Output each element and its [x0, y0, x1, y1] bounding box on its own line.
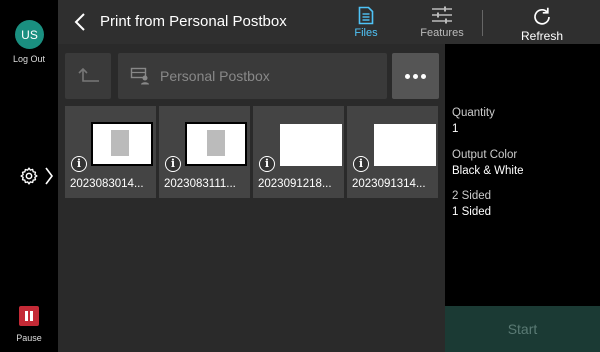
header-divider: [482, 10, 483, 36]
refresh-button[interactable]: Refresh: [516, 0, 568, 44]
chevron-right-icon[interactable]: [44, 166, 54, 186]
file-browser: Personal Postbox i 2023083014... i 20230…: [58, 44, 445, 352]
file-tile[interactable]: i 2023083014...: [65, 106, 156, 198]
pause-label: Pause: [16, 333, 42, 343]
settings-panel: Quantity 1 Output Color Black & White 2 …: [445, 44, 600, 352]
start-button[interactable]: Start: [445, 306, 600, 352]
location-text: Personal Postbox: [160, 68, 270, 84]
tab-files-label: Files: [354, 27, 378, 39]
pause-button[interactable]: [19, 306, 39, 326]
file-thumbnail: [374, 124, 436, 166]
thumbnail-content: [111, 130, 129, 156]
up-arrow-icon: [78, 67, 99, 82]
file-name: 2023083014...: [70, 178, 144, 190]
thumbnail-content: [207, 130, 225, 156]
more-options-button[interactable]: [392, 53, 439, 99]
two-sided-label: 2 Sided: [452, 190, 492, 202]
file-thumbnail: [185, 122, 247, 166]
file-thumbnail: [91, 122, 153, 166]
tab-files[interactable]: Files: [344, 0, 388, 44]
more-dot-icon: [421, 74, 426, 79]
file-name: 2023083111...: [164, 178, 236, 190]
file-tile[interactable]: i 2023083111...: [159, 106, 250, 198]
quantity-label: Quantity: [452, 107, 495, 119]
up-folder-button[interactable]: [65, 53, 111, 99]
location-bar: Personal Postbox: [118, 53, 387, 99]
page-title: Print from Personal Postbox: [100, 13, 287, 30]
more-dot-icon: [405, 74, 410, 79]
file-tile[interactable]: i 2023091218...: [253, 106, 344, 198]
user-avatar[interactable]: US: [15, 20, 44, 49]
back-arrow-icon[interactable]: [74, 12, 86, 32]
refresh-icon: [534, 7, 550, 25]
output-color-label: Output Color: [452, 149, 518, 161]
sliders-icon: [432, 6, 452, 24]
tab-features[interactable]: Features: [414, 0, 470, 44]
file-name: 2023091218...: [258, 178, 332, 190]
quantity-value: 1: [452, 123, 459, 135]
tab-features-label: Features: [420, 27, 464, 39]
document-icon: [358, 6, 374, 25]
info-icon[interactable]: i: [71, 156, 87, 172]
more-dot-icon: [413, 74, 418, 79]
info-icon[interactable]: i: [165, 156, 181, 172]
logout-button[interactable]: Log Out: [0, 54, 58, 64]
gear-icon[interactable]: [19, 166, 39, 186]
output-color-value: Black & White: [452, 165, 524, 177]
file-thumbnail: [280, 124, 342, 166]
user-initials: US: [21, 27, 38, 42]
refresh-label: Refresh: [520, 29, 564, 43]
info-icon[interactable]: i: [259, 156, 275, 172]
info-icon[interactable]: i: [353, 156, 369, 172]
header-bar: Print from Personal Postbox Files Featur…: [58, 0, 600, 44]
two-sided-value: 1 Sided: [452, 206, 492, 218]
postbox-icon: [130, 67, 149, 85]
left-rail: US Log Out Pause: [0, 0, 58, 352]
file-tile[interactable]: i 2023091314...: [347, 106, 438, 198]
file-name: 2023091314...: [352, 178, 426, 190]
